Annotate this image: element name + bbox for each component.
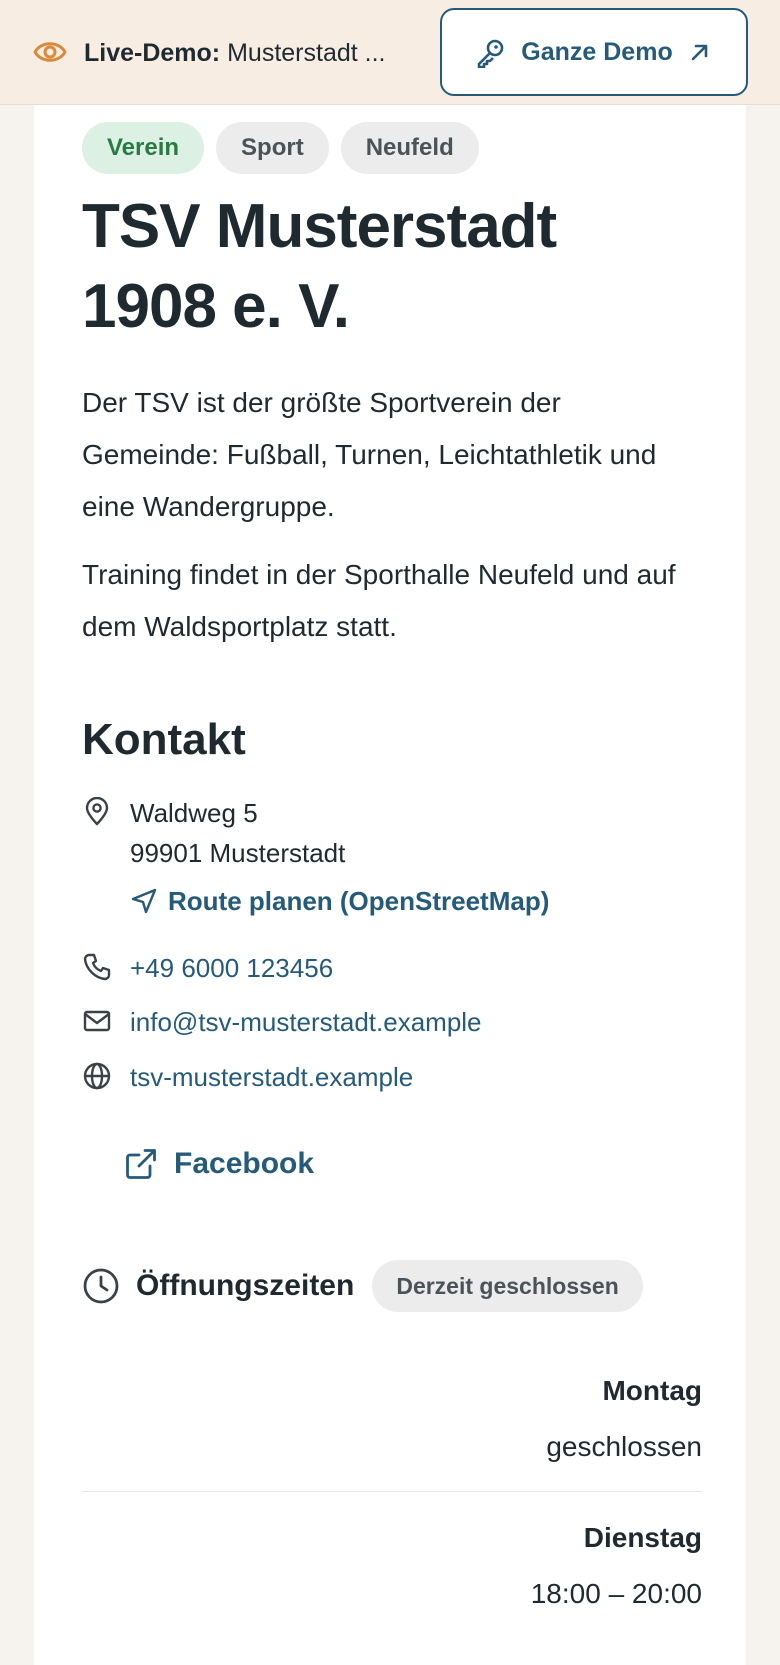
navigation-arrow-icon: [131, 888, 157, 914]
chip-verein[interactable]: Verein: [82, 122, 205, 174]
chip-sport[interactable]: Sport: [216, 122, 329, 174]
demo-label: Live-Demo: Musterstadt ...: [84, 36, 419, 70]
address-city: 99901 Musterstadt: [130, 838, 346, 868]
map-pin-icon: [85, 797, 109, 826]
facebook-label: Facebook: [174, 1147, 315, 1180]
key-icon: [477, 39, 504, 68]
page-title: TSV Musterstadt 1908 e. V.: [82, 192, 557, 341]
chip-neufeld[interactable]: Neufeld: [340, 122, 479, 174]
address-street: Waldweg 5: [130, 798, 258, 828]
day-time: 18:00 – 20:00: [530, 1578, 702, 1609]
full-demo-label: Ganze Demo: [521, 37, 673, 66]
clock-icon: [83, 1268, 119, 1304]
opening-hours-header: Öffnungszeiten Derzeit geschlossen: [82, 1260, 643, 1312]
eye-icon: [33, 42, 67, 62]
day-time: geschlossen: [546, 1431, 702, 1462]
demo-label-text: Musterstadt ...: [227, 39, 386, 67]
arrow-up-right-icon: [691, 44, 708, 61]
description-paragraph-1: Der TSV ist der größte Sportverein der G…: [82, 387, 657, 522]
website-row: tsv-musterstadt.example: [82, 1057, 413, 1097]
listing-card: Verein Sport Neufeld TSV Musterstadt 190…: [34, 105, 746, 1665]
email-link[interactable]: info@tsv-musterstadt.example: [130, 1002, 482, 1042]
facebook-link[interactable]: Facebook: [124, 1147, 314, 1181]
demo-banner: Live-Demo: Musterstadt ... Ganze Demo: [0, 0, 780, 105]
hours-row: Montag geschlossen: [82, 1345, 702, 1492]
mail-icon: [83, 1010, 111, 1032]
opening-hours-heading: Öffnungszeiten: [136, 1269, 355, 1302]
globe-icon: [83, 1062, 111, 1090]
phone-icon: [83, 953, 111, 981]
contact-heading: Kontakt: [82, 715, 246, 764]
status-badge: Derzeit geschlossen: [372, 1260, 643, 1312]
hours-row: Dienstag 18:00 – 20:00: [82, 1492, 702, 1638]
category-chips: Verein Sport Neufeld: [82, 122, 479, 174]
external-link-icon: [126, 1149, 156, 1179]
demo-label-bold: Live-Demo:: [84, 39, 221, 67]
description-paragraph-2: Training findet in der Sporthalle Neufel…: [82, 559, 676, 642]
phone-link[interactable]: +49 6000 123456: [130, 948, 333, 988]
route-label: Route planen (OpenStreetMap): [168, 886, 550, 916]
email-row: info@tsv-musterstadt.example: [82, 1002, 482, 1042]
full-demo-button[interactable]: Ganze Demo: [440, 8, 748, 96]
route-link[interactable]: Route planen (OpenStreetMap): [130, 881, 549, 921]
day-name: Montag: [602, 1375, 702, 1406]
opening-hours-list: Montag geschlossen Dienstag 18:00 – 20:0…: [82, 1345, 702, 1638]
phone-row: +49 6000 123456: [82, 948, 333, 988]
website-link[interactable]: tsv-musterstadt.example: [130, 1057, 413, 1097]
description: Der TSV ist der größte Sportverein der G…: [82, 377, 702, 653]
day-name: Dienstag: [583, 1522, 702, 1553]
address-row: Waldweg 5 99901 Musterstadt Route planen…: [82, 793, 549, 921]
